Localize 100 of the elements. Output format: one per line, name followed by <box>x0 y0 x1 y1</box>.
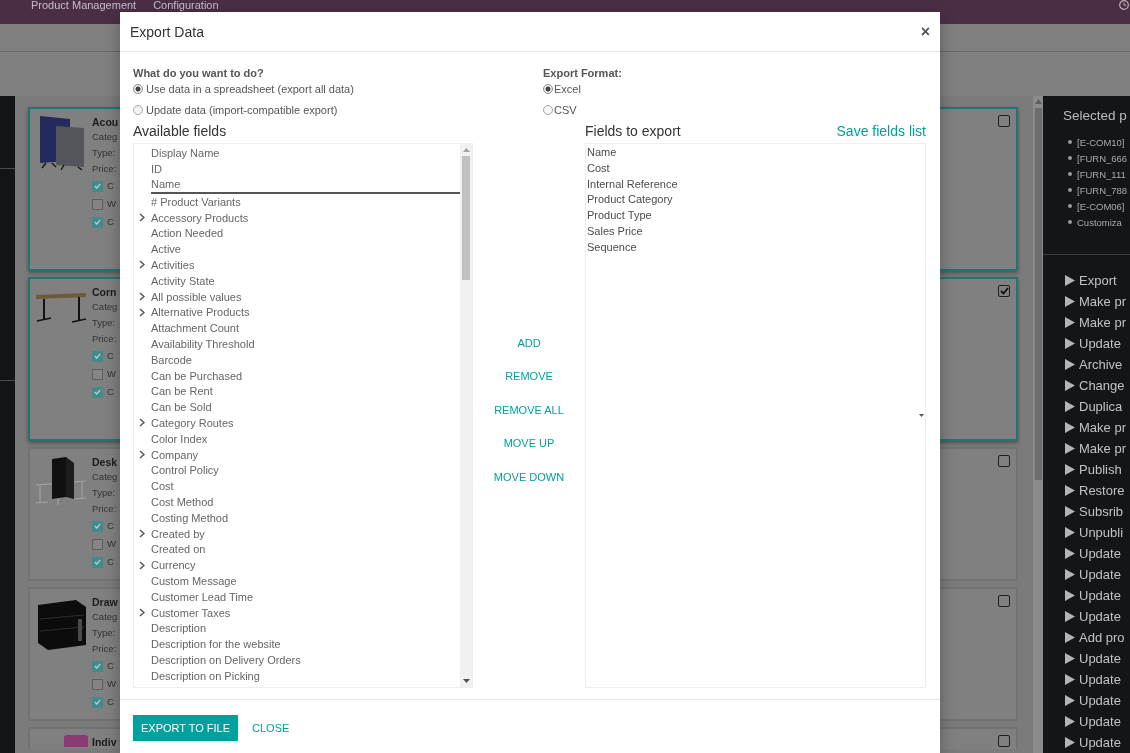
action-link[interactable]: Update <box>1065 732 1130 753</box>
field-item[interactable]: Display Name <box>134 145 460 161</box>
field-item[interactable]: Can be Rent <box>134 383 460 400</box>
checkbox-label: C <box>107 180 114 192</box>
radio-button[interactable] <box>133 104 143 115</box>
field-item[interactable]: Costing Method <box>134 509 460 526</box>
field-item[interactable]: Name <box>134 176 460 193</box>
field-item[interactable]: Cost Method <box>134 494 460 510</box>
field-item[interactable]: Barcode <box>134 351 460 368</box>
field-item[interactable]: Description on Picking <box>134 667 460 684</box>
field-item[interactable]: Sequence <box>586 239 917 256</box>
chevron-right-icon[interactable] <box>139 608 145 617</box>
field-item[interactable]: Active <box>134 241 460 258</box>
action-link[interactable]: Update <box>1065 564 1130 585</box>
field-item[interactable]: Description <box>134 620 460 637</box>
field-label: Price: <box>92 162 118 176</box>
radio-button[interactable] <box>543 104 553 115</box>
select-checkbox[interactable] <box>998 595 1010 607</box>
field-item[interactable]: Created on <box>134 541 460 558</box>
action-button[interactable]: REMOVE <box>497 364 561 388</box>
triangle-icon <box>1065 506 1075 517</box>
action-link[interactable]: Make pr <box>1065 291 1130 312</box>
save-fields-link[interactable]: Save fields list <box>836 122 926 140</box>
field-item[interactable]: # Product Variants <box>134 193 460 210</box>
field-item[interactable]: Product Type <box>586 208 917 224</box>
chevron-right-icon[interactable] <box>139 213 145 223</box>
field-item[interactable]: ID <box>134 160 460 177</box>
action-button[interactable]: MOVE UP <box>495 431 563 455</box>
field-item[interactable]: Product Category <box>586 192 917 209</box>
field-item[interactable]: Customer Lead Time <box>134 588 460 605</box>
field-item[interactable]: Can be Purchased <box>134 367 460 384</box>
action-link[interactable]: Export <box>1065 270 1130 291</box>
field-item[interactable]: Company <box>134 446 460 463</box>
action-link[interactable]: Make pr <box>1065 312 1130 333</box>
field-item[interactable]: Category Routes <box>134 415 460 431</box>
action-link[interactable]: Update <box>1065 585 1130 606</box>
chevron-right-icon[interactable] <box>139 418 145 428</box>
field-item[interactable]: Color Index <box>134 430 460 447</box>
field-item[interactable]: Currency <box>134 557 460 573</box>
action-link[interactable]: Restore <box>1065 480 1130 501</box>
select-checkbox[interactable] <box>998 455 1010 467</box>
field-item[interactable]: Availability Threshold <box>134 336 460 352</box>
menu-item[interactable]: Configuration <box>153 0 219 11</box>
field-item[interactable]: Internal Reference <box>586 176 917 193</box>
close-button[interactable]: × <box>920 23 930 40</box>
field-item[interactable]: Attachment Count <box>134 320 460 337</box>
field-item[interactable]: Description on Delivery Orders <box>134 652 460 668</box>
clock-icon[interactable] <box>1119 0 1129 10</box>
field-item[interactable]: Cost <box>586 160 917 177</box>
action-link[interactable]: Update <box>1065 333 1130 354</box>
action-link[interactable]: Update <box>1065 606 1130 627</box>
field-item[interactable]: Can be Sold <box>134 399 460 416</box>
radio-button[interactable] <box>543 83 553 94</box>
radio-button[interactable] <box>133 83 143 94</box>
chevron-right-icon[interactable] <box>139 260 145 270</box>
field-item[interactable]: Control Policy <box>134 462 460 479</box>
field-item[interactable]: Created by <box>134 525 460 542</box>
select-checkbox[interactable] <box>998 285 1010 297</box>
field-item[interactable]: Custom Message <box>134 573 460 589</box>
action-link[interactable]: Update <box>1065 669 1130 690</box>
action-link[interactable]: Duplica <box>1065 396 1130 417</box>
action-link[interactable]: Unpubli <box>1065 522 1130 543</box>
action-button[interactable]: MOVE DOWN <box>485 464 573 489</box>
caret-down-icon[interactable] <box>918 414 924 417</box>
action-link[interactable]: Publish <box>1065 459 1130 480</box>
menu-item[interactable]: Product Management <box>31 0 137 11</box>
close-button[interactable]: CLOSE <box>243 715 299 741</box>
select-checkbox[interactable] <box>998 735 1010 747</box>
field-item[interactable]: Accessory Products <box>134 209 460 226</box>
select-checkbox[interactable] <box>998 115 1010 127</box>
action-link[interactable]: Change <box>1065 375 1130 396</box>
field-item[interactable]: All possible values <box>134 288 460 305</box>
action-button[interactable]: REMOVE ALL <box>486 397 572 422</box>
chevron-right-icon[interactable] <box>139 450 145 460</box>
action-link[interactable]: Update <box>1065 648 1130 669</box>
action-link[interactable]: Update <box>1065 711 1130 732</box>
action-link[interactable]: Update <box>1065 690 1130 711</box>
field-item[interactable]: Name <box>586 145 917 161</box>
scrollbar-thumb[interactable] <box>462 156 470 280</box>
scrollbar-thumb[interactable] <box>1034 108 1042 480</box>
field-item[interactable]: Customer Taxes <box>134 604 460 621</box>
chevron-right-icon[interactable] <box>139 529 145 538</box>
field-item[interactable]: Activities <box>134 257 460 273</box>
field-item[interactable]: Activity State <box>134 272 460 289</box>
action-link[interactable]: Update <box>1065 543 1130 564</box>
export-button[interactable]: EXPORT TO FILE <box>133 715 239 741</box>
action-link[interactable]: Add pro <box>1065 627 1130 648</box>
bullet-icon <box>1068 220 1072 224</box>
field-item[interactable]: Action Needed <box>134 225 460 242</box>
action-link[interactable]: Make pr <box>1065 438 1130 459</box>
action-button[interactable]: ADD <box>509 330 549 355</box>
field-item[interactable]: Sales Price <box>586 224 917 240</box>
caret-down-icon[interactable] <box>462 679 470 683</box>
field-item[interactable]: Cost <box>134 478 460 495</box>
action-link[interactable]: Make pr <box>1065 417 1130 438</box>
chevron-right-icon[interactable] <box>139 560 145 570</box>
action-link[interactable]: Archive <box>1065 354 1130 375</box>
field-item[interactable]: Alternative Products <box>134 304 460 321</box>
field-item[interactable]: Description for the website <box>134 636 460 652</box>
action-link[interactable]: Subsrib <box>1065 501 1130 522</box>
